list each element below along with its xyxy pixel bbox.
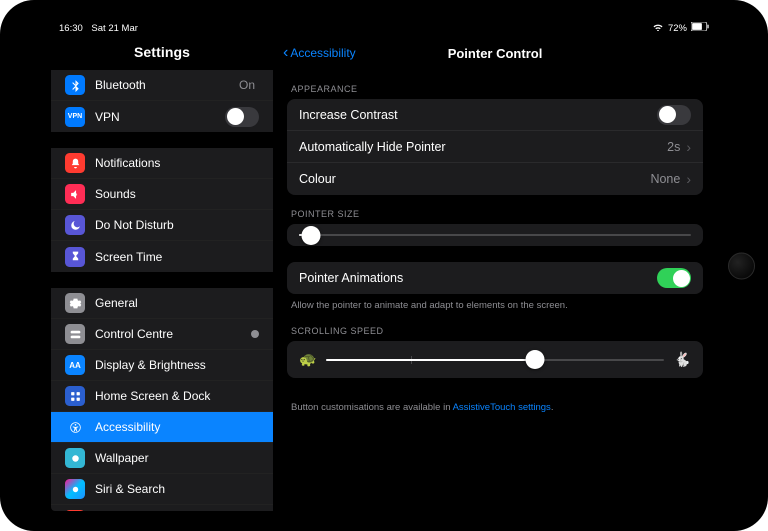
sidebar-item-label: Do Not Disturb (95, 218, 259, 232)
button-customisations-footer: Button customisations are available in A… (287, 396, 703, 414)
grid-icon (65, 386, 85, 406)
sidebar-item-label: Notifications (95, 156, 259, 170)
battery-percent: 72% (668, 23, 687, 34)
increase-contrast-toggle[interactable] (657, 105, 691, 125)
sidebar-item-accessibility[interactable]: Accessibility (51, 412, 273, 443)
sidebar-item-screen-time[interactable]: Screen Time (51, 241, 273, 272)
row-value: None (650, 172, 680, 186)
screen: 16:30 Sat 21 Mar 72% Settings Bluetooth … (51, 20, 717, 511)
pointer-animations-toggle[interactable] (657, 268, 691, 288)
detail-pane: ‹ Accessibility Pointer Control APPEARAN… (273, 36, 717, 511)
row-label: Colour (299, 172, 650, 186)
sidebar-item-control-centre[interactable]: Control Centre (51, 319, 273, 350)
pointer-size-slider[interactable] (299, 234, 691, 236)
status-time: 16:30 (59, 23, 83, 34)
vpn-toggle[interactable] (225, 107, 259, 127)
bluetooth-icon (65, 75, 85, 95)
row-label: Pointer Animations (299, 271, 657, 285)
nav-bar: ‹ Accessibility Pointer Control (273, 36, 717, 70)
sidebar-item-label: Sounds (95, 187, 259, 201)
sidebar-item-sounds[interactable]: Sounds (51, 179, 273, 210)
toggles-icon (65, 324, 85, 344)
section-header-pointer-size: POINTER SIZE (287, 195, 703, 224)
sidebar-item-label: Control Centre (95, 327, 247, 341)
notifications-icon (65, 153, 85, 173)
chevron-right-icon: › (686, 140, 691, 154)
back-button[interactable]: ‹ Accessibility (283, 44, 356, 62)
chevron-right-icon: › (686, 172, 691, 186)
row-label: Increase Contrast (299, 108, 657, 122)
sidebar-item-label: General (95, 296, 259, 310)
pointer-size-slider-row (287, 224, 703, 246)
home-button[interactable] (728, 252, 755, 279)
sidebar-item-label: Display & Brightness (95, 358, 259, 372)
sounds-icon (65, 184, 85, 204)
sidebar-item-general[interactable]: General (51, 288, 273, 319)
update-badge (251, 330, 259, 338)
sidebar-item-notifications[interactable]: Notifications (51, 148, 273, 179)
sidebar-item-label: Wallpaper (95, 451, 259, 465)
sidebar-item-label: VPN (95, 110, 225, 124)
vpn-icon: VPN (65, 107, 85, 127)
row-increase-contrast[interactable]: Increase Contrast (287, 99, 703, 131)
section-header-appearance: APPEARANCE (287, 70, 703, 99)
sidebar-item-label: Home Screen & Dock (95, 389, 259, 403)
sidebar-item-label: Bluetooth (95, 78, 239, 92)
slow-icon: 🐢 (299, 351, 316, 368)
sidebar-item-vpn[interactable]: VPN VPN (51, 101, 273, 132)
sidebar-item-dnd[interactable]: Do Not Disturb (51, 210, 273, 241)
wallpaper-icon (65, 448, 85, 468)
wifi-icon (652, 22, 664, 34)
sidebar-item-label: Screen Time (95, 250, 259, 264)
scrolling-speed-slider[interactable] (326, 359, 663, 361)
sidebar-title: Settings (51, 36, 273, 70)
status-date: Sat 21 Mar (91, 23, 137, 34)
row-value: 2s (667, 140, 680, 154)
ipad-frame: 16:30 Sat 21 Mar 72% Settings Bluetooth … (0, 0, 768, 531)
hourglass-icon (65, 247, 85, 267)
gear-icon (65, 293, 85, 313)
row-label: Automatically Hide Pointer (299, 140, 667, 154)
row-pointer-animations[interactable]: Pointer Animations (287, 262, 703, 294)
sidebar-item-wallpaper[interactable]: Wallpaper (51, 443, 273, 474)
fingerprint-icon (65, 510, 85, 511)
row-auto-hide-pointer[interactable]: Automatically Hide Pointer 2s › (287, 131, 703, 163)
sidebar-item-bluetooth[interactable]: Bluetooth On (51, 70, 273, 101)
display-icon: AA (65, 355, 85, 375)
moon-icon (65, 215, 85, 235)
status-bar: 16:30 Sat 21 Mar 72% (51, 20, 717, 36)
sidebar-item-display[interactable]: AA Display & Brightness (51, 350, 273, 381)
section-header-scrolling: SCROLLING SPEED (287, 312, 703, 341)
sidebar-item-label: Accessibility (95, 420, 259, 434)
animations-footer: Allow the pointer to animate and adapt t… (287, 294, 703, 312)
page-title: Pointer Control (448, 46, 543, 61)
assistive-touch-link[interactable]: AssistiveTouch settings (453, 402, 551, 413)
battery-icon (691, 22, 709, 34)
sidebar-item-home-screen[interactable]: Home Screen & Dock (51, 381, 273, 412)
settings-sidebar: Settings Bluetooth On VPN VPN (51, 36, 273, 511)
sidebar-item-touch-id[interactable]: Touch ID & Passcode (51, 505, 273, 511)
row-colour[interactable]: Colour None › (287, 163, 703, 195)
back-label: Accessibility (290, 46, 355, 60)
sidebar-item-siri[interactable]: Siri & Search (51, 474, 273, 505)
siri-icon (65, 479, 85, 499)
accessibility-icon (65, 417, 85, 437)
chevron-left-icon: ‹ (283, 44, 288, 62)
fast-icon: 🐇 (674, 351, 691, 368)
sidebar-item-label: Siri & Search (95, 482, 259, 496)
sidebar-item-value: On (239, 78, 255, 92)
scrolling-speed-slider-row: 🐢 🐇 (287, 341, 703, 378)
